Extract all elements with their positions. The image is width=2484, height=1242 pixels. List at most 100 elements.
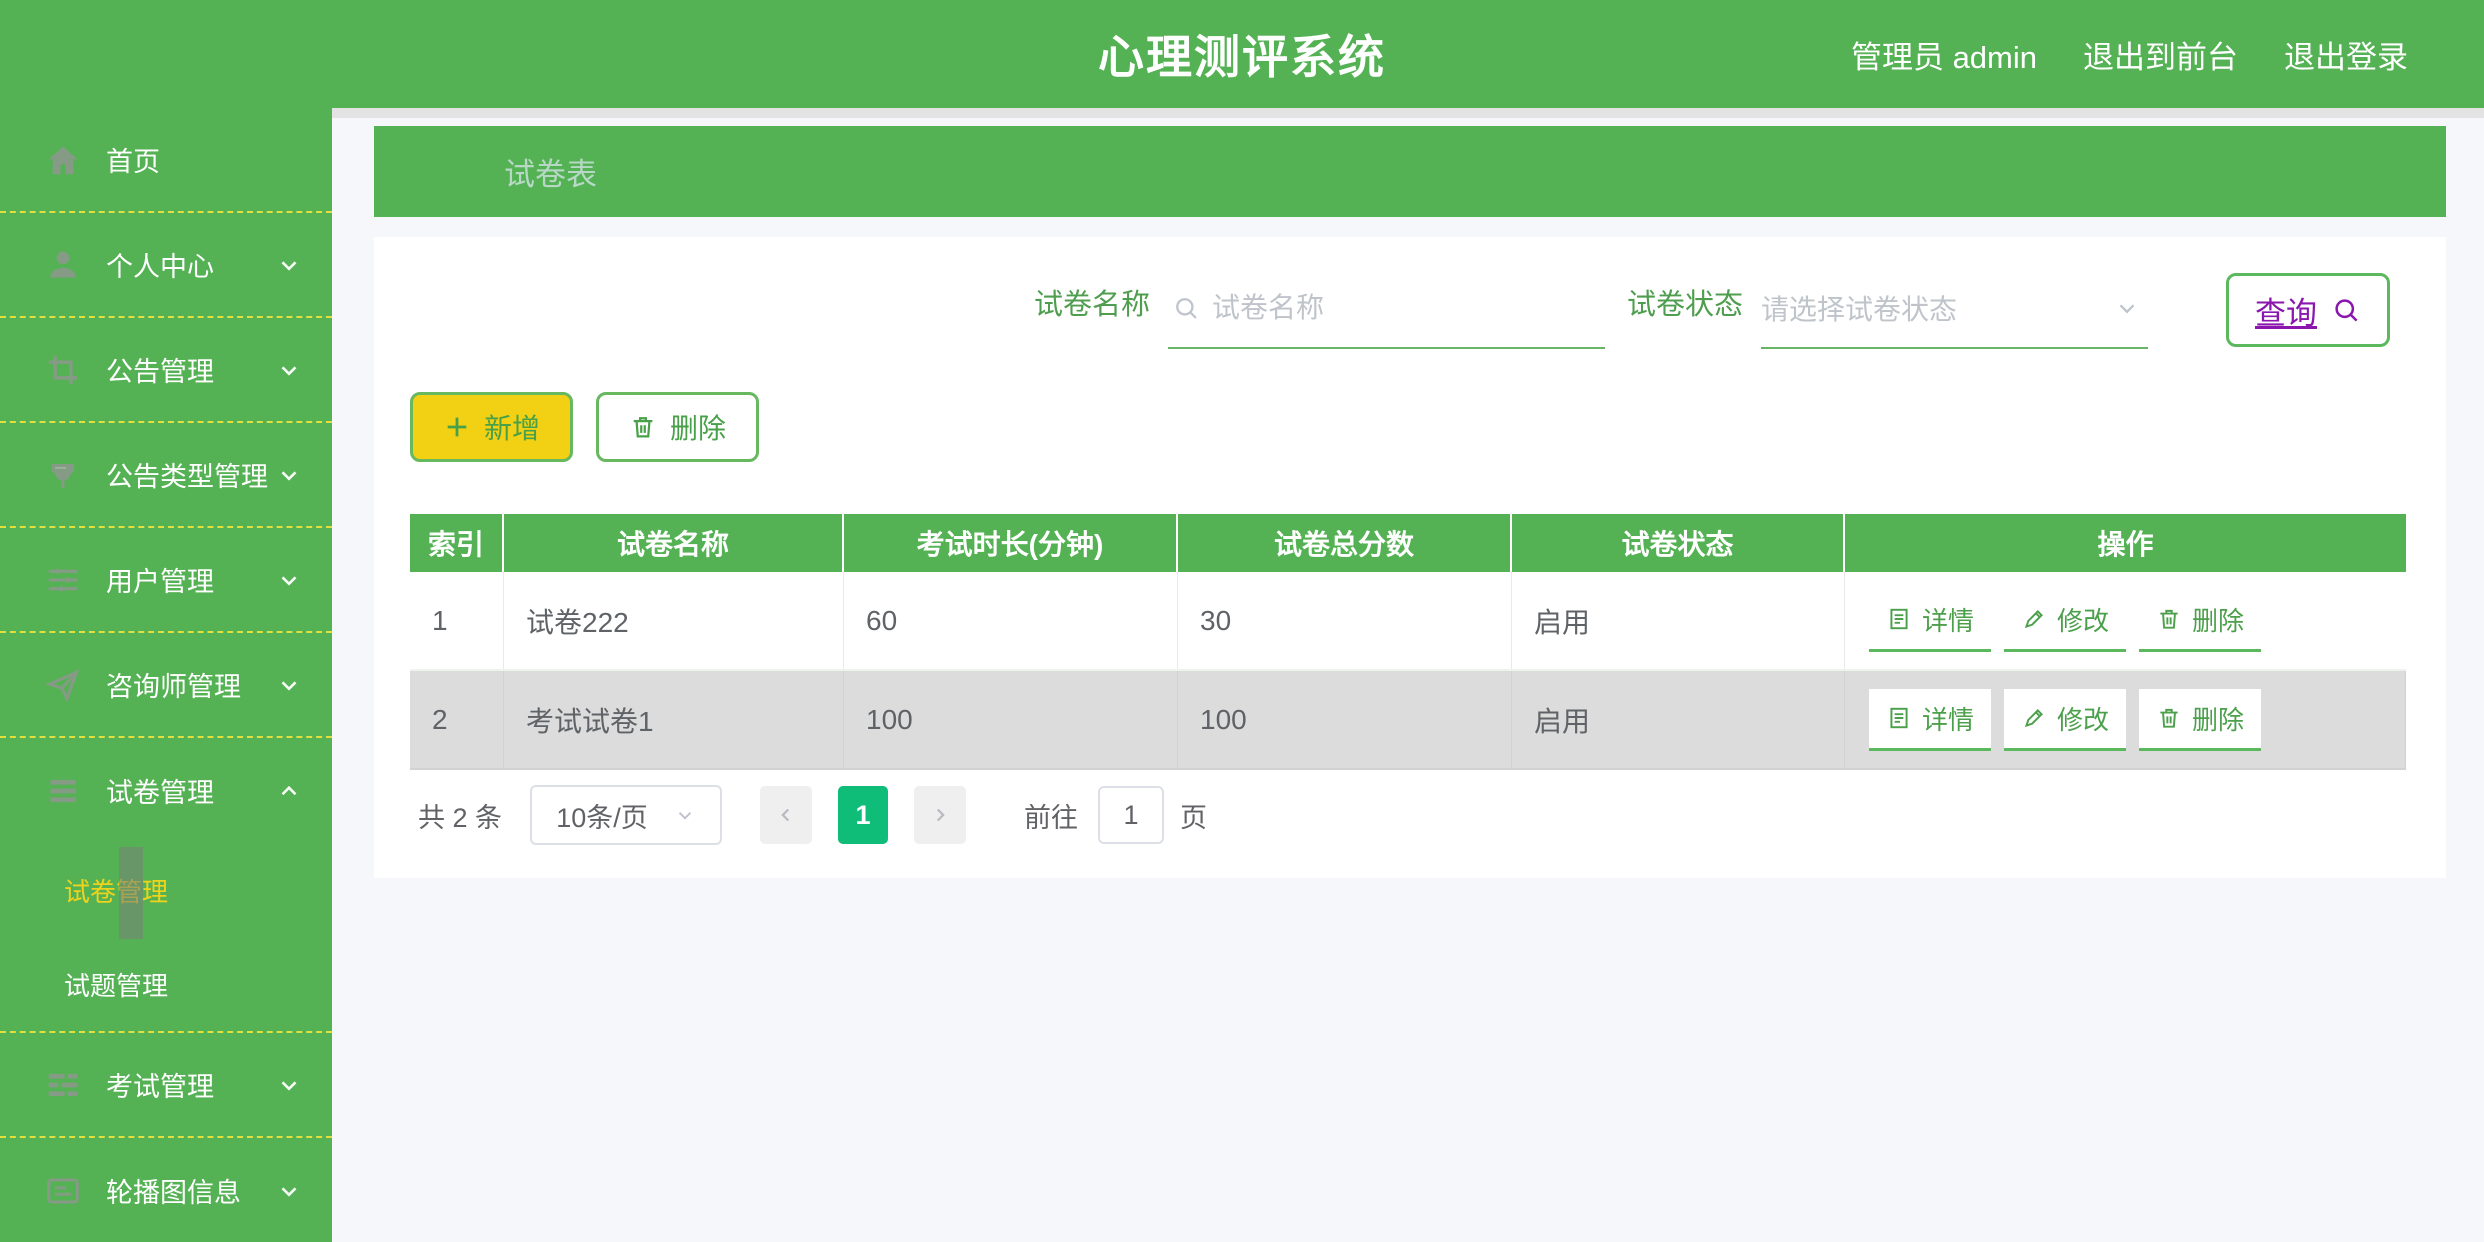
cell-duration: 60 (844, 572, 1178, 669)
detail-button-label: 详情 (1922, 601, 1974, 638)
crop-icon (44, 351, 82, 389)
col-header-status: 试卷状态 (1512, 514, 1845, 572)
sidebar-item-exams[interactable]: 考试管理 (0, 1033, 332, 1138)
delete-row-button[interactable]: 删除 (2139, 689, 2261, 751)
trash-icon (2156, 705, 2182, 731)
detail-button[interactable]: 详情 (1869, 590, 1991, 652)
detail-button-label: 详情 (1922, 700, 1974, 737)
page-number-button[interactable]: 1 (838, 786, 888, 844)
paper-status-select[interactable]: 请选择试卷状态 (1761, 275, 2148, 349)
next-page-button[interactable] (914, 786, 966, 844)
sidebar-scrollbar-thumb[interactable] (119, 847, 143, 939)
pen-icon (2021, 606, 2047, 632)
user-icon (44, 246, 82, 284)
pen-icon (2021, 705, 2047, 731)
submenu-item-label: 试题管理 (64, 966, 168, 1003)
card-icon (44, 1172, 82, 1210)
home-icon (44, 141, 82, 179)
sidebar-item-carousel[interactable]: 轮播图信息 (0, 1138, 332, 1242)
add-button[interactable]: 新增 (410, 392, 573, 462)
chevron-down-icon (2114, 295, 2140, 321)
sidebar-subitem-paper-management[interactable]: 试卷管理 (0, 843, 332, 938)
list-icon (44, 1066, 82, 1104)
page-size-select[interactable]: 10条/页 (530, 785, 722, 845)
paper-plane-icon (44, 666, 82, 704)
cell-index: 2 (410, 671, 504, 768)
detail-button[interactable]: 详情 (1869, 689, 1991, 751)
exit-to-front-link[interactable]: 退出到前台 (2083, 32, 2238, 77)
search-form: 试卷名称 试卷状态 请选择试卷状态 查询 (1034, 273, 2390, 349)
page-unit-label: 页 (1180, 796, 1207, 835)
query-button-label: 查询 (2255, 288, 2317, 333)
sidebar-item-label: 公告管理 (106, 350, 214, 389)
top-header: 心理测评系统 管理员 admin 退出到前台 退出登录 (0, 0, 2484, 108)
delete-button[interactable]: 删除 (596, 392, 759, 462)
chevron-right-icon (929, 804, 951, 826)
total-count-label: 共 2 条 (418, 796, 502, 835)
add-button-label: 新增 (484, 407, 540, 447)
page-banner: 试卷表 (374, 126, 2446, 217)
sidebar-item-profile[interactable]: 个人中心 (0, 213, 332, 318)
cell-status: 启用 (1512, 572, 1845, 669)
sidebar-item-users[interactable]: 用户管理 (0, 528, 332, 633)
select-placeholder: 请选择试卷状态 (1761, 288, 2114, 328)
sidebar-item-label: 公告类型管理 (106, 455, 268, 494)
chevron-down-icon (674, 804, 696, 826)
cell-actions: 详情 修改 删除 (1845, 572, 2406, 669)
chevron-down-icon (276, 357, 302, 383)
page-title: 试卷表 (504, 149, 597, 194)
query-button[interactable]: 查询 (2226, 273, 2390, 347)
cell-name: 考试试卷1 (504, 671, 844, 768)
table-row: 2 考试试卷1 100 100 启用 详情 (410, 671, 2406, 770)
chevron-down-icon (276, 252, 302, 278)
paper-name-field[interactable] (1168, 275, 1605, 349)
cell-index: 1 (410, 572, 504, 669)
col-header-name: 试卷名称 (504, 514, 844, 572)
logout-link[interactable]: 退出登录 (2284, 32, 2408, 77)
cell-name: 试卷222 (504, 572, 844, 669)
edit-button[interactable]: 修改 (2004, 689, 2126, 751)
sidebar-item-announcement-types[interactable]: 公告类型管理 (0, 423, 332, 528)
cell-status: 启用 (1512, 671, 1845, 768)
cell-actions: 详情 修改 删除 (1845, 671, 2406, 768)
sliders-icon (44, 561, 82, 599)
goto-label: 前往 (1024, 796, 1078, 835)
brush-icon (44, 456, 82, 494)
sidebar-subitem-question-management[interactable]: 试题管理 (0, 938, 332, 1033)
chevron-down-icon (276, 567, 302, 593)
sidebar-item-papers-group[interactable]: 试卷管理 (0, 738, 332, 843)
app-root: 心理测评系统 管理员 admin 退出到前台 退出登录 首页 个人中心 (0, 0, 2484, 1242)
main-content: 试卷表 试卷名称 试卷状态 请选择试卷状态 (332, 108, 2484, 1242)
col-header-index: 索引 (410, 514, 504, 572)
search-icon (2331, 295, 2361, 325)
sidebar-item-counselors[interactable]: 咨询师管理 (0, 633, 332, 738)
chevron-down-icon (276, 672, 302, 698)
sidebar: 首页 个人中心 公告管理 公告类型管理 (0, 108, 332, 1242)
delete-row-button[interactable]: 删除 (2139, 590, 2261, 652)
goto-page-input[interactable] (1098, 786, 1164, 844)
sidebar-item-label: 考试管理 (106, 1065, 214, 1104)
trash-icon (629, 413, 657, 441)
document-icon (1886, 606, 1912, 632)
sidebar-item-announcements[interactable]: 公告管理 (0, 318, 332, 423)
sidebar-item-home[interactable]: 首页 (0, 108, 332, 213)
header-actions: 管理员 admin 退出到前台 退出登录 (1851, 0, 2408, 108)
plus-icon (443, 413, 471, 441)
page-size-value: 10条/页 (556, 796, 648, 835)
edit-button-label: 修改 (2057, 700, 2109, 737)
chevron-up-icon (276, 778, 302, 804)
admin-user-label: 管理员 admin (1851, 32, 2037, 77)
paper-name-input[interactable] (1210, 291, 1605, 325)
prev-page-button[interactable] (760, 786, 812, 844)
col-header-actions: 操作 (1845, 514, 2406, 572)
cell-duration: 100 (844, 671, 1178, 768)
papers-table: 索引 试卷名称 考试时长(分钟) 试卷总分数 试卷状态 操作 1 试卷222 6… (410, 514, 2406, 770)
sidebar-item-label: 试卷管理 (106, 771, 214, 810)
document-icon (1886, 705, 1912, 731)
paper-name-label: 试卷名称 (1034, 281, 1150, 323)
table-row: 1 试卷222 60 30 启用 详情 (410, 572, 2406, 671)
edit-button[interactable]: 修改 (2004, 590, 2126, 652)
delete-row-button-label: 删除 (2192, 601, 2244, 638)
pagination: 共 2 条 10条/页 1 前往 页 (418, 785, 1207, 845)
delete-row-button-label: 删除 (2192, 700, 2244, 737)
